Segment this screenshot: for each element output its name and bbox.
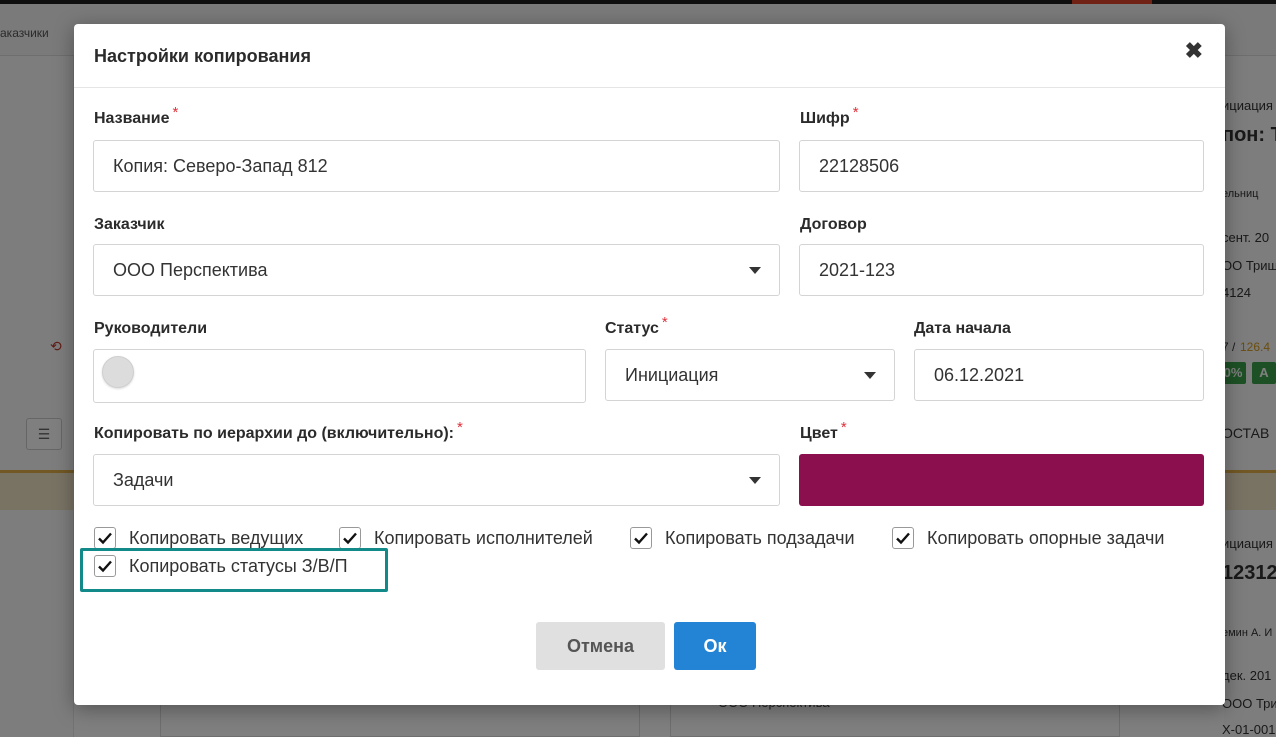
- checkbox-box[interactable]: [630, 527, 652, 549]
- contract-input[interactable]: 2021-123: [799, 244, 1204, 296]
- managers-label: Руководители: [94, 320, 207, 338]
- cipher-input[interactable]: 22128506: [799, 140, 1204, 192]
- customer-select[interactable]: ООО Перспектива: [93, 244, 780, 296]
- checkbox-label: Копировать исполнителей: [374, 527, 593, 548]
- status-select-value: Инициация: [625, 365, 719, 385]
- checkbox-box[interactable]: [339, 527, 361, 549]
- customer-select-value: ООО Перспектива: [113, 260, 268, 280]
- start-date-label-text: Дата начала: [914, 320, 1011, 337]
- checkbox-label: Копировать опорные задачи: [927, 527, 1165, 548]
- cancel-button[interactable]: Отмена: [536, 622, 665, 670]
- status-label-text: Статус: [605, 320, 659, 337]
- color-label-text: Цвет: [800, 425, 838, 442]
- hierarchy-select-value: Задачи: [113, 470, 174, 490]
- name-label: Название *: [94, 104, 178, 128]
- customer-label-text: Заказчик: [94, 216, 165, 233]
- check-icon: [343, 532, 357, 545]
- checkbox-label: Копировать подзадачи: [665, 527, 855, 548]
- checkbox-label: Копировать ведущих: [129, 527, 304, 548]
- hierarchy-select[interactable]: Задачи: [93, 454, 780, 506]
- cipher-label-text: Шифр: [800, 110, 850, 127]
- ok-button[interactable]: Ок: [674, 622, 756, 670]
- checkbox-copy-subtasks[interactable]: Копировать подзадачи: [630, 527, 855, 549]
- chevron-down-icon: [864, 372, 876, 379]
- required-marker: *: [172, 104, 179, 121]
- hierarchy-label: Копировать по иерархии до (включительно)…: [94, 419, 463, 443]
- copy-settings-dialog: Настройки копирования ✖ Название * Копия:…: [74, 24, 1225, 705]
- customer-label: Заказчик: [94, 216, 165, 234]
- status-select[interactable]: Инициация: [605, 349, 895, 401]
- managers-input[interactable]: [93, 349, 586, 403]
- name-label-text: Название: [94, 110, 170, 127]
- cipher-label: Шифр *: [800, 104, 859, 128]
- check-icon: [896, 532, 910, 545]
- checkbox-copy-milestones[interactable]: Копировать опорные задачи: [892, 527, 1164, 549]
- checkbox-box[interactable]: [892, 527, 914, 549]
- required-marker: *: [661, 314, 668, 331]
- start-date-input[interactable]: 06.12.2021: [914, 349, 1204, 401]
- name-input[interactable]: Копия: Северо-Запад 812: [93, 140, 780, 192]
- contract-label: Договор: [800, 216, 867, 234]
- highlight-frame: [80, 548, 388, 592]
- status-label: Статус *: [605, 314, 668, 338]
- required-marker: *: [852, 104, 859, 121]
- chevron-down-icon: [749, 267, 761, 274]
- checkbox-copy-executors[interactable]: Копировать исполнителей: [339, 527, 593, 549]
- contract-label-text: Договор: [800, 216, 867, 233]
- dialog-header: Настройки копирования ✖: [74, 24, 1225, 88]
- close-icon[interactable]: ✖: [1185, 40, 1203, 62]
- avatar[interactable]: [102, 356, 134, 388]
- check-icon: [634, 532, 648, 545]
- start-date-label: Дата начала: [914, 320, 1011, 338]
- chevron-down-icon: [749, 477, 761, 484]
- dialog-title: Настройки копирования: [94, 46, 311, 66]
- color-label: Цвет *: [800, 419, 847, 443]
- check-icon: [98, 532, 112, 545]
- hierarchy-label-text: Копировать по иерархии до (включительно)…: [94, 425, 455, 442]
- required-marker: *: [457, 419, 463, 436]
- checkbox-copy-leaders[interactable]: Копировать ведущих: [94, 527, 303, 549]
- checkbox-box[interactable]: [94, 527, 116, 549]
- managers-label-text: Руководители: [94, 320, 208, 337]
- color-picker[interactable]: [799, 454, 1204, 506]
- required-marker: *: [840, 419, 847, 436]
